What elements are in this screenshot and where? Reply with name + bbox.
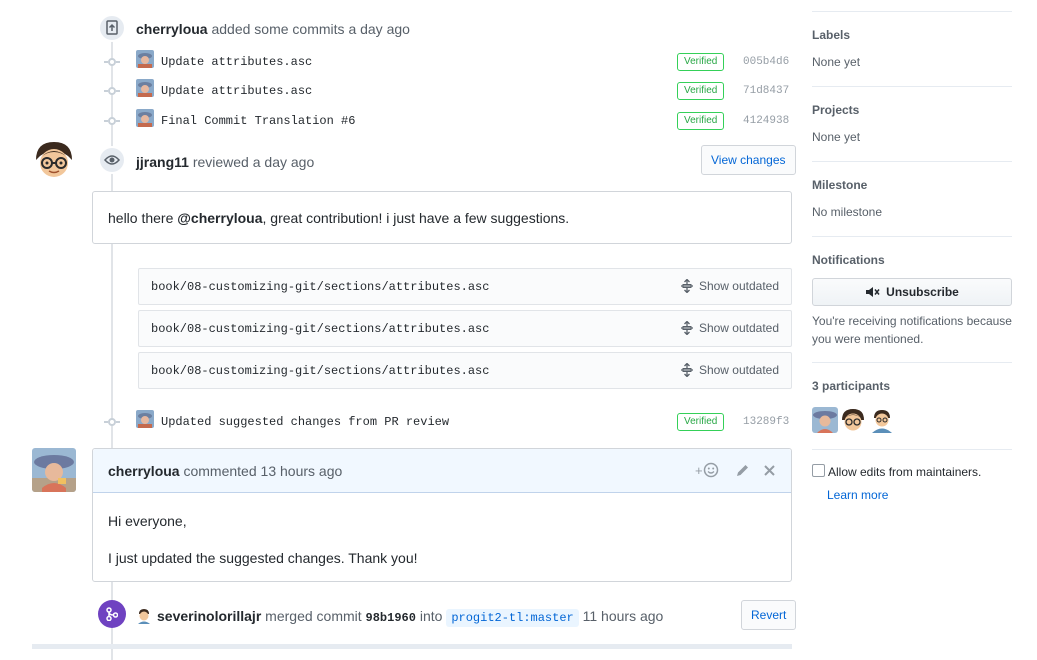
repo-push-icon <box>98 14 126 42</box>
sidebar-divider <box>812 362 1012 363</box>
avatar[interactable] <box>136 410 154 428</box>
commit-sha[interactable]: 005b4d6 <box>743 56 789 68</box>
file-path[interactable]: book/08-customizing-git/sections/attribu… <box>151 364 489 378</box>
commit-message[interactable]: Update attributes.asc <box>161 55 312 69</box>
user-mention[interactable]: @cherryloua <box>177 210 262 226</box>
commit-sha[interactable]: 13289f3 <box>743 416 789 428</box>
projects-title: Projects <box>812 103 860 117</box>
participant-avatar[interactable] <box>840 407 866 433</box>
merge-sha[interactable]: 98b1960 <box>366 611 416 625</box>
comment-box: cherryloua commented 13 hours ago + Hi e… <box>92 448 792 582</box>
file-path[interactable]: book/08-customizing-git/sections/attribu… <box>151 280 489 294</box>
merge-time[interactable]: 11 hours ago <box>583 608 664 624</box>
show-outdated-button[interactable]: Show outdated <box>680 363 779 377</box>
commit-sha[interactable]: 71d8437 <box>743 85 789 97</box>
comment-header: cherryloua commented 13 hours ago + <box>93 449 791 493</box>
revert-button[interactable]: Revert <box>741 600 797 630</box>
commit-dot-icon <box>104 87 120 95</box>
participants-title: 3 participants <box>812 379 891 393</box>
comment-meta: cherryloua commented 13 hours ago <box>108 463 342 479</box>
review-time[interactable]: a day ago <box>253 154 315 170</box>
eye-icon <box>98 146 126 174</box>
labels-title: Labels <box>812 28 851 42</box>
allow-edits-checkbox[interactable] <box>812 464 825 477</box>
unfold-icon <box>680 321 693 335</box>
comment-actor[interactable]: cherryloua <box>108 463 180 479</box>
avatar[interactable] <box>136 109 154 127</box>
review-body: hello there @cherryloua, great contribut… <box>92 191 792 244</box>
mute-icon <box>866 287 880 297</box>
show-outdated-button[interactable]: Show outdated <box>680 321 779 335</box>
timeline-divider <box>32 644 792 649</box>
comment-line: Hi everyone, <box>108 513 187 529</box>
review-file-row: book/08-customizing-git/sections/attribu… <box>138 352 792 389</box>
notifications-title: Notifications <box>812 253 885 267</box>
commit-dot-icon <box>104 58 120 66</box>
labels-value: None yet <box>812 55 861 69</box>
add-reaction-button[interactable]: + <box>695 462 719 478</box>
unsubscribe-button[interactable]: Unsubscribe <box>812 278 1012 306</box>
participant-avatar[interactable] <box>869 407 895 433</box>
close-icon[interactable] <box>763 464 776 480</box>
commits-event-action: added some commits <box>211 21 345 37</box>
sidebar-divider <box>812 161 1012 162</box>
allow-edits-label[interactable]: Allow edits from maintainers. <box>828 465 981 479</box>
commit-message[interactable]: Updated suggested changes from PR review <box>161 415 449 429</box>
verified-badge[interactable]: Verified <box>677 112 725 130</box>
view-changes-button[interactable]: View changes <box>701 145 796 175</box>
projects-value: None yet <box>812 130 861 144</box>
review-file-row: book/08-customizing-git/sections/attribu… <box>138 268 792 305</box>
notification-reason: You're receiving notifications because y… <box>812 314 1012 346</box>
commits-event-header: cherryloua added some commits a day ago <box>136 21 410 37</box>
verified-badge[interactable]: Verified <box>677 413 725 431</box>
participant-avatar[interactable] <box>812 407 838 433</box>
commit-dot-icon <box>104 418 120 426</box>
review-header: jjrang11 reviewed a day ago <box>136 154 314 170</box>
commit-sha[interactable]: 4124938 <box>743 115 789 127</box>
commit-message[interactable]: Update attributes.asc <box>161 84 312 98</box>
review-action: reviewed <box>192 154 249 170</box>
file-path[interactable]: book/08-customizing-git/sections/attribu… <box>151 322 489 336</box>
commits-event-actor[interactable]: cherryloua <box>136 21 208 37</box>
verified-badge[interactable]: Verified <box>677 82 725 100</box>
commit-dot-icon <box>104 117 120 125</box>
sidebar-divider <box>812 449 1012 450</box>
merge-actor[interactable]: severinolorillajr <box>157 608 261 624</box>
comment-time[interactable]: 13 hours ago <box>261 463 343 479</box>
sidebar-divider <box>812 11 1012 12</box>
commenter-avatar[interactable] <box>32 448 76 492</box>
reviewer-avatar[interactable] <box>32 138 76 182</box>
review-file-row: book/08-customizing-git/sections/attribu… <box>138 310 792 347</box>
comment-line: I just updated the suggested changes. Th… <box>108 550 418 566</box>
avatar[interactable] <box>136 608 152 624</box>
commits-event-time[interactable]: a day ago <box>348 21 410 37</box>
milestone-title: Milestone <box>812 178 868 192</box>
merge-header: severinolorillajr merged commit 98b1960 … <box>157 608 664 627</box>
smiley-icon <box>703 462 718 478</box>
learn-more-link[interactable]: Learn more <box>827 488 888 502</box>
review-comment-text: hello there @cherryloua, great contribut… <box>108 210 570 226</box>
unfold-icon <box>680 279 693 293</box>
verified-badge[interactable]: Verified <box>677 53 725 71</box>
review-actor[interactable]: jjrang11 <box>136 154 189 170</box>
pencil-icon[interactable] <box>735 463 750 481</box>
commit-message[interactable]: Final Commit Translation #6 <box>161 114 355 128</box>
branch-ref[interactable]: progit2-tl:master <box>446 609 579 627</box>
sidebar-divider <box>812 86 1012 87</box>
unfold-icon <box>680 363 693 377</box>
merge-action: merged commit <box>265 608 362 624</box>
milestone-value: No milestone <box>812 205 883 219</box>
show-outdated-button[interactable]: Show outdated <box>680 279 779 293</box>
git-merge-icon <box>98 600 126 628</box>
avatar[interactable] <box>136 50 154 68</box>
sidebar-divider <box>812 236 1012 237</box>
avatar[interactable] <box>136 79 154 97</box>
comment-action: commented <box>183 463 257 479</box>
